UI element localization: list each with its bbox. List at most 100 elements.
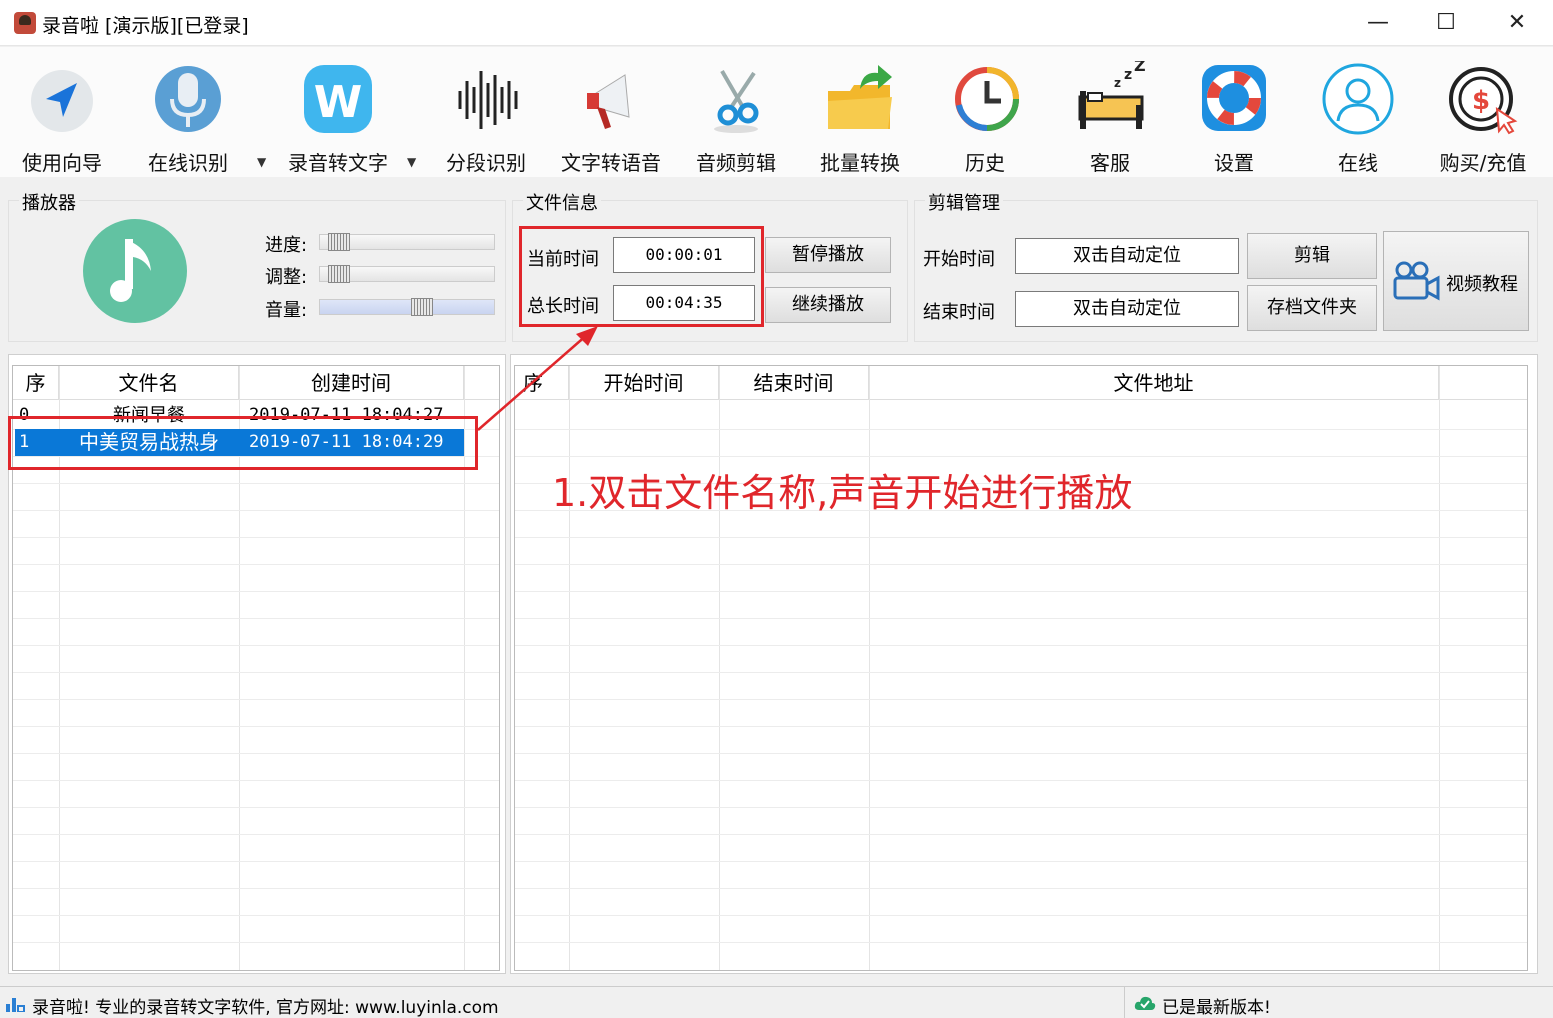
cut-button[interactable]: 剪辑 [1247,233,1377,279]
sleeping-bed-icon: zzZ [1078,61,1146,129]
clip-group: 剪辑管理 开始时间 双击自动定位 结束时间 双击自动定位 剪辑 存档文件夹 视频… [914,189,1538,342]
grid-row-line [13,537,499,538]
tool-batch-convert-button[interactable]: 批量转换 [810,57,910,175]
annotation-arrow-icon [477,326,598,431]
file-row-index: 0 [19,405,30,425]
grid-row-line [515,861,1527,862]
music-note-icon [83,219,187,323]
grid-row-line [13,753,499,754]
tool-online-recognize-button[interactable]: 在线识别 [138,57,238,175]
tool-purchase-label: 购买/充值 [1439,151,1527,175]
tool-audio-clip-button[interactable]: 音频剪辑 [686,57,786,175]
progress-slider-thumb[interactable] [327,233,350,251]
tool-customer-service-button[interactable]: zzZ 客服 [1060,57,1160,175]
svg-text:z: z [1124,67,1132,83]
clip-start-label: 开始时间 [923,249,995,270]
file-row-1-selected[interactable]: 1 中美贸易战热身 2019-07-11 18:04:29 [15,429,464,456]
archive-folder-button[interactable]: 存档文件夹 [1247,285,1377,331]
scissors-icon [714,69,759,133]
status-bar: 录音啦! 专业的录音转文字软件, 官方网址: www.luyinla.com 已… [0,986,1553,1018]
minimize-button[interactable]: — [1343,0,1413,46]
col-index-header[interactable]: 序 [13,366,59,400]
grid-row-line [13,780,499,781]
grid-row-line [13,564,499,565]
file-row-index: 1 [19,432,30,452]
player-title: 播放器 [19,189,79,215]
tool-guide-button[interactable]: 使用向导 [12,57,112,175]
file-row-0[interactable]: 0 新闻早餐 2019-07-11 18:04:27 [13,402,464,429]
col-created-header[interactable]: 创建时间 [239,366,464,400]
audio-to-text-dropdown-icon[interactable]: ▼ [407,155,416,169]
video-tutorial-button[interactable]: 视频教程 [1383,231,1529,331]
grid-row-line [515,618,1527,619]
tool-text-to-speech-label: 文字转语音 [561,151,661,175]
tool-segment-recognize-label: 分段识别 [446,151,526,175]
grid-row-line [13,915,499,916]
navigation-arrow-icon [31,70,93,132]
fileinfo-title: 文件信息 [523,189,601,215]
grid-row-line [13,942,499,943]
grid-row-line [13,861,499,862]
seg-col-path-header[interactable]: 文件地址 [869,366,1439,400]
cloud-check-icon [1134,996,1156,1010]
tool-audio-to-text-button[interactable]: W 录音转文字 [278,57,398,175]
file-list-table: 序 文件名 创建时间 0 新闻早餐 2019-07-11 18:04:27 1 … [12,365,500,971]
resume-button[interactable]: 继续播放 [765,287,891,323]
window-title: 录音啦 [演示版][已登录] [42,15,249,37]
tool-segment-recognize-button[interactable]: 分段识别 [436,57,536,175]
adjust-slider[interactable] [319,265,495,283]
tool-settings-label: 设置 [1214,151,1254,175]
grid-row-line [515,645,1527,646]
file-row-name: 中美贸易战热身 [79,430,219,454]
svg-text:$: $ [1472,86,1490,116]
clip-start-field[interactable]: 双击自动定位 [1015,238,1239,274]
clip-end-field[interactable]: 双击自动定位 [1015,291,1239,327]
grid-row-line [515,537,1527,538]
progress-slider[interactable] [319,233,495,251]
file-row-created: 2019-07-11 18:04:29 [249,432,444,452]
grid-row-line [515,888,1527,889]
svg-text:W: W [314,77,363,128]
tool-purchase-button[interactable]: $ 购买/充值 [1430,57,1536,175]
total-time-field: 00:04:35 [613,285,755,321]
grid-row-line [13,456,499,457]
segment-table: 序 开始时间 结束时间 文件地址 [514,365,1528,971]
current-time-field: 00:00:01 [613,237,755,273]
grid-row-line [13,726,499,727]
pause-button[interactable]: 暂停播放 [765,237,891,273]
version-status: 已是最新版本! [1162,998,1271,1018]
grid-row-line [515,429,1527,430]
grid-row-line [515,456,1527,457]
grid-row-line [515,753,1527,754]
grid-row-line [515,672,1527,673]
seg-col-end-header[interactable]: 结束时间 [719,366,869,400]
tool-history-button[interactable]: 历史 [935,57,1035,175]
grid-row-line [13,510,499,511]
tool-online-button[interactable]: 在线 [1308,57,1408,175]
toolbar: 使用向导 在线识别 ▼ W 录音转文字 ▼ 分段识别 文字转语音 音频剪辑 批量… [0,47,1553,177]
tool-history-label: 历史 [965,151,1005,175]
title-bar: 录音啦 [演示版][已登录] — ☐ ✕ [0,0,1553,46]
clip-title: 剪辑管理 [925,189,1003,215]
adjust-slider-thumb[interactable] [327,265,350,283]
signal-bars-icon [6,998,25,1012]
tool-batch-convert-label: 批量转换 [820,151,900,175]
tool-settings-button[interactable]: 设置 [1184,57,1284,175]
maximize-button[interactable]: ☐ [1411,0,1481,46]
volume-slider-thumb[interactable] [411,298,434,316]
online-recognize-dropdown-icon[interactable]: ▼ [257,155,266,169]
grid-row-line [13,483,499,484]
lifebuoy-icon [1202,65,1266,131]
col-filename-header[interactable]: 文件名 [59,366,239,400]
w-logo-icon: W [304,65,372,133]
folder-export-icon [828,65,892,129]
tool-text-to-speech-button[interactable]: 文字转语音 [556,57,666,175]
total-time-label: 总长时间 [527,296,599,317]
grid-row-line [515,942,1527,943]
tool-audio-clip-label: 音频剪辑 [696,151,776,175]
volume-slider[interactable] [319,298,495,316]
close-button[interactable]: ✕ [1482,0,1552,46]
app-logo-icon [14,12,36,34]
grid-row-line [13,699,499,700]
volume-label: 音量: [265,300,308,321]
